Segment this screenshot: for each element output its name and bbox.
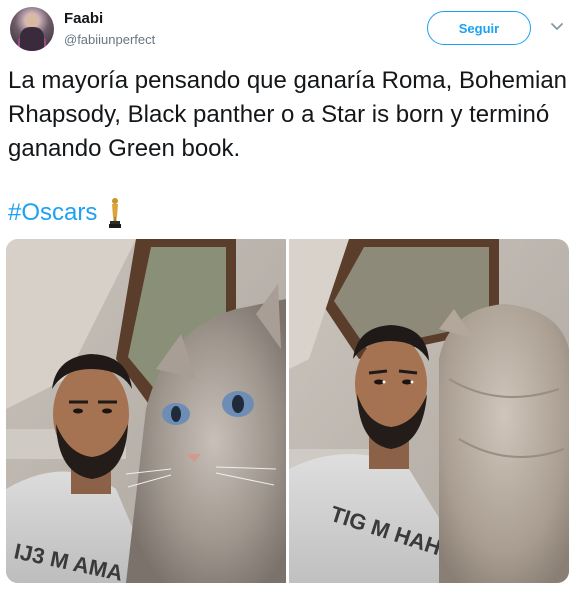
photo-left[interactable]: IJ3 M AMA [6, 239, 286, 583]
media-grid: IJ3 M AMA TIG M HAHI [6, 239, 569, 583]
chevron-down-icon[interactable] [550, 22, 564, 32]
user-display-name[interactable]: Faabi [64, 10, 103, 27]
avatar[interactable] [10, 7, 54, 51]
user-handle[interactable]: @fabiiunperfect [64, 32, 155, 47]
hashtag-link[interactable]: #Oscars [8, 199, 97, 227]
follow-button[interactable]: Seguir [427, 11, 531, 45]
hashtag-row: #Oscars [8, 196, 123, 230]
oscar-trophy-icon [109, 198, 122, 228]
tweet-card: Faabi @fabiiunperfect Seguir La mayoría … [0, 0, 577, 590]
tweet-text: La mayoría pensando que ganaría Roma, Bo… [8, 67, 568, 162]
photo-right[interactable]: TIG M HAHI [289, 239, 569, 583]
